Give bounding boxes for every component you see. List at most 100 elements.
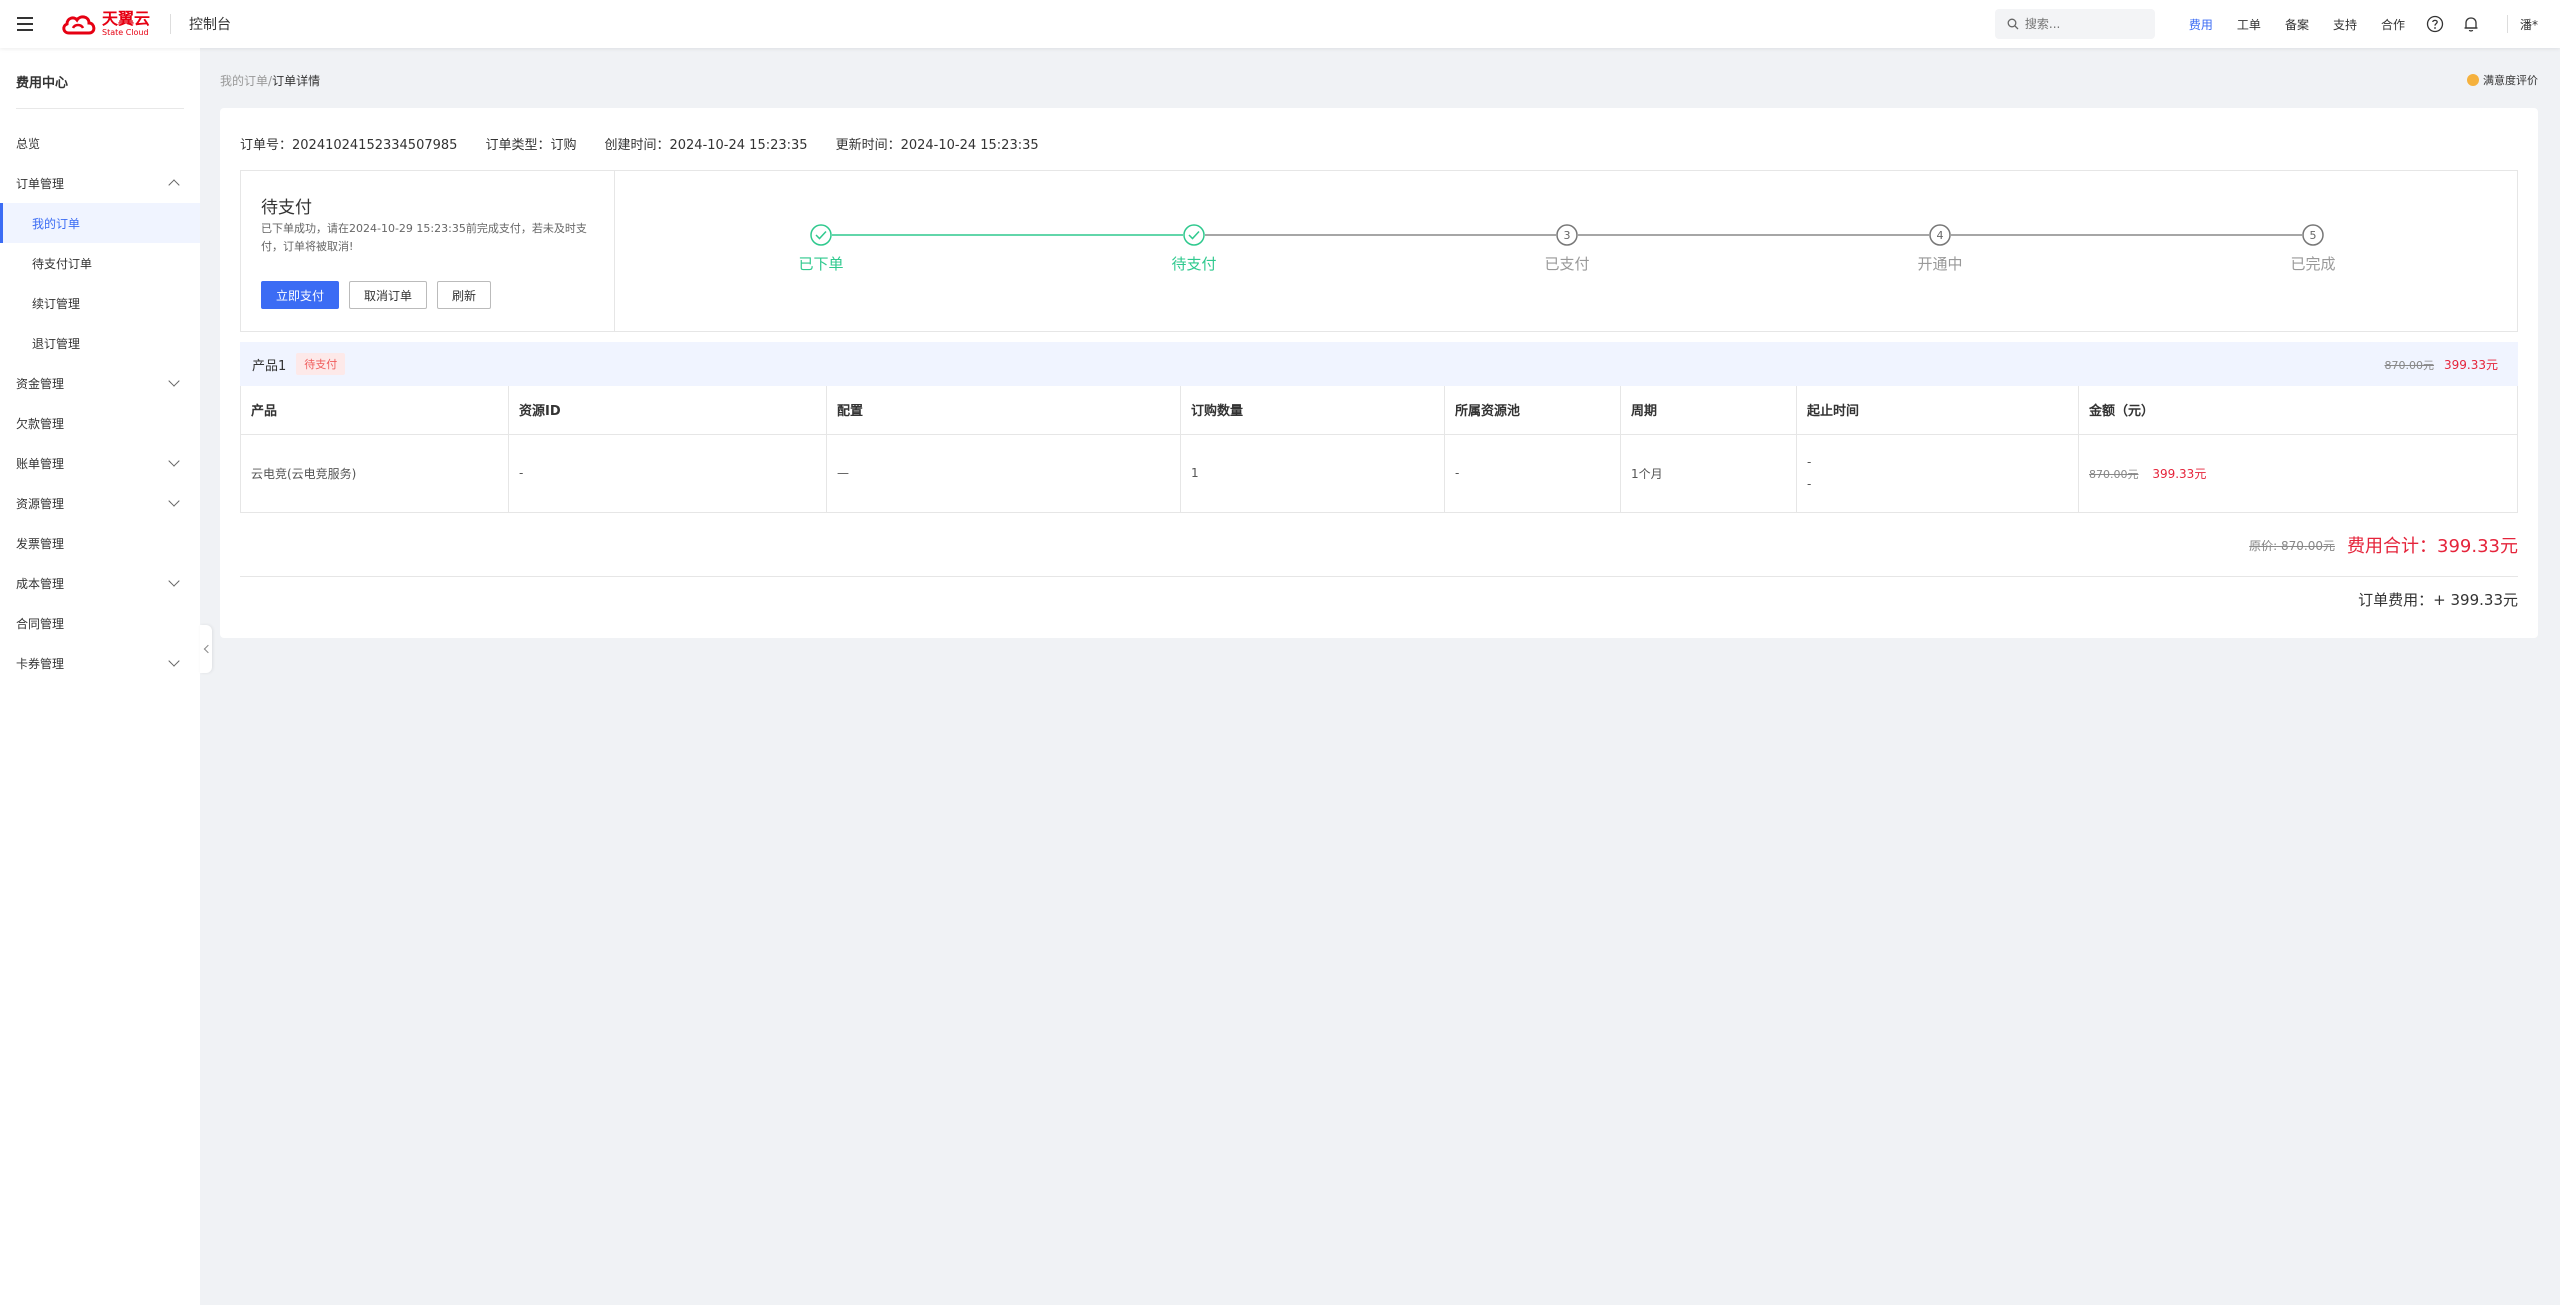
step-label: 开通中 <box>1917 255 1962 273</box>
total-cost: 费用合计：399.33元 <box>2347 536 2518 557</box>
user-menu[interactable]: 潘* <box>2520 16 2538 33</box>
order-type: 订单类型：订购 <box>485 138 577 153</box>
cell-config: — <box>826 434 1181 512</box>
sidebar-item-renewals[interactable]: 续订管理 <box>0 283 200 323</box>
brand-name-en: State Cloud <box>102 28 149 37</box>
step-label: 已支付 <box>1544 255 1589 273</box>
breadcrumb-parent[interactable]: 我的订单 <box>220 74 268 88</box>
search-input[interactable] <box>2024 17 2135 31</box>
product-price: 870.00元 399.33元 <box>2385 356 2499 373</box>
order-updated: 更新时间：2024-10-24 15:23:35 <box>835 138 1039 153</box>
nav-partner[interactable]: 合作 <box>2381 16 2405 33</box>
sidebar-item-unsubscribe[interactable]: 退订管理 <box>0 323 200 363</box>
sidebar-item-label: 发票管理 <box>16 536 65 551</box>
step-number: 4 <box>1937 229 1944 242</box>
time-start: - <box>1807 455 1812 469</box>
sidebar-item-bills[interactable]: 账单管理 <box>0 443 200 483</box>
breadcrumb-current: 订单详情 <box>272 74 321 88</box>
step-number: 3 <box>1564 229 1571 242</box>
smile-icon <box>2467 74 2479 86</box>
sidebar: 费用中心 总览 订单管理 我的订单 待支付订单 续订管理 退订管理 资金管理 欠… <box>0 48 200 1305</box>
step-check-circle-icon <box>1183 224 1205 246</box>
divider <box>16 108 184 109</box>
status-summary: 待支付 已下单成功，请在2024-10-29 15:23:35前完成支付，若未及… <box>241 171 615 331</box>
main-content: 我的订单/订单详情 满意度评价 订单号：20241024152334507985… <box>200 48 2560 1305</box>
sidebar-item-label: 资金管理 <box>16 376 65 391</box>
status-badge: 待支付 <box>296 353 346 375</box>
sidebar-item-label: 账单管理 <box>16 456 65 471</box>
nav-filing[interactable]: 备案 <box>2285 16 2309 33</box>
order-meta: 订单号：20241024152334507985 订单类型：订购 创建时间：20… <box>240 134 1039 153</box>
total-original-price: 原价: 870.00元 <box>2249 538 2336 553</box>
rating-label: 满意度评价 <box>2483 74 2538 87</box>
search-box[interactable] <box>1994 9 2155 39</box>
sidebar-item-funds[interactable]: 资金管理 <box>0 363 200 403</box>
col-product: 产品 <box>240 386 509 435</box>
sidebar-item-label: 待支付订单 <box>32 256 93 271</box>
order-status-panel: 待支付 已下单成功，请在2024-10-29 15:23:35前完成支付，若未及… <box>240 170 2518 332</box>
chevron-down-icon <box>168 495 180 507</box>
step-5: 5 已完成 <box>2290 224 2336 273</box>
sidebar-item-invoices[interactable]: 发票管理 <box>0 523 200 563</box>
chevron-down-icon <box>168 455 180 467</box>
divider <box>240 576 2518 577</box>
cell-quantity: 1 <box>1180 434 1445 512</box>
sidebar-item-label: 卡券管理 <box>16 656 65 671</box>
product-name: 产品1 <box>252 358 287 374</box>
product-header: 产品1 待支付 870.00元 399.33元 <box>240 342 2518 386</box>
sidebar-item-contracts[interactable]: 合同管理 <box>0 603 200 643</box>
amount-discounted: 399.33元 <box>2152 466 2207 481</box>
nav-tickets[interactable]: 工单 <box>2237 16 2261 33</box>
nav-fees[interactable]: 费用 <box>2189 16 2213 33</box>
sidebar-item-label: 资源管理 <box>16 496 65 511</box>
sidebar-item-orders[interactable]: 订单管理 <box>0 163 200 203</box>
sidebar-item-my-orders[interactable]: 我的订单 <box>0 203 200 243</box>
step-label: 已完成 <box>2290 255 2335 273</box>
cell-resource-id: - <box>508 434 827 512</box>
cell-period: 1个月 <box>1620 434 1797 512</box>
cell-product: 云电竞(云电竞服务) <box>240 434 509 512</box>
col-quantity: 订购数量 <box>1180 386 1445 435</box>
step-2: 待支付 <box>1171 224 1217 273</box>
refresh-button[interactable]: 刷新 <box>437 281 492 309</box>
progress-steps: 已下单 待支付 3 已支付 4 开通中 5 已完成 <box>615 171 2517 331</box>
menu-icon[interactable] <box>0 0 50 48</box>
step-4: 4 开通中 <box>1917 224 1963 273</box>
order-id: 订单号：20241024152334507985 <box>240 138 458 153</box>
total-line: 原价: 870.00元 费用合计：399.33元 <box>2249 532 2518 558</box>
search-icon <box>2007 18 2019 30</box>
col-amount: 金额（元） <box>2078 386 2518 435</box>
sidebar-item-arrears[interactable]: 欠款管理 <box>0 403 200 443</box>
step-label: 已下单 <box>798 255 843 273</box>
pay-now-button[interactable]: 立即支付 <box>261 281 340 309</box>
help-icon[interactable] <box>2425 14 2445 34</box>
sidebar-item-resources[interactable]: 资源管理 <box>0 483 200 523</box>
sidebar-item-pending-orders[interactable]: 待支付订单 <box>0 243 200 283</box>
brand-name: 天翼云 <box>102 9 151 28</box>
cancel-order-button[interactable]: 取消订单 <box>349 281 428 309</box>
divider <box>170 14 172 34</box>
step-number: 5 <box>2310 229 2317 242</box>
bell-icon[interactable] <box>2461 14 2481 34</box>
sidebar-item-label: 成本管理 <box>16 576 65 591</box>
amount-original: 870.00元 <box>2089 467 2139 481</box>
sidebar-item-coupons[interactable]: 卡券管理 <box>0 643 200 683</box>
cell-amount: 870.00元 399.33元 <box>2079 434 2518 512</box>
sidebar-item-costs[interactable]: 成本管理 <box>0 563 200 603</box>
step-check-circle-icon <box>810 224 832 246</box>
sidebar-item-label: 欠款管理 <box>16 416 65 431</box>
status-title: 待支付 <box>261 198 312 218</box>
cloud-logo-icon <box>62 15 96 35</box>
sidebar-item-label: 退订管理 <box>32 336 81 351</box>
table-header-row: 产品 资源ID 配置 订购数量 所属资源池 周期 起止时间 金额（元） <box>240 386 2518 435</box>
brand-logo[interactable]: 天翼云 State Cloud <box>60 11 150 37</box>
nav-support[interactable]: 支持 <box>2333 16 2357 33</box>
console-link[interactable]: 控制台 <box>189 14 231 34</box>
satisfaction-rating-link[interactable]: 满意度评价 <box>2467 72 2538 88</box>
sidebar-item-label: 订单管理 <box>16 176 65 191</box>
sidebar-item-label: 合同管理 <box>16 616 65 631</box>
breadcrumb: 我的订单/订单详情 <box>220 72 320 89</box>
col-time-range: 起止时间 <box>1796 386 2079 435</box>
sidebar-item-label: 总览 <box>16 136 41 151</box>
sidebar-item-overview[interactable]: 总览 <box>0 123 200 163</box>
